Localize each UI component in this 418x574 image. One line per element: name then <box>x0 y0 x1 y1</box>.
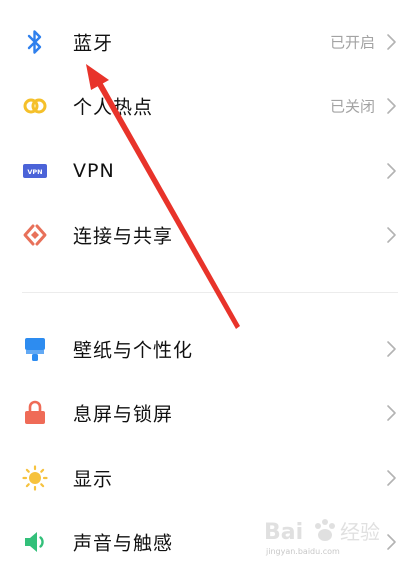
chevron-right-icon <box>387 34 396 50</box>
settings-item-hotspot[interactable]: 个人热点 已关闭 <box>0 74 418 138</box>
lock-screen-label: 息屏与锁屏 <box>73 403 174 426</box>
connect-share-icon <box>22 222 48 248</box>
display-label: 显示 <box>73 468 114 491</box>
vpn-label: VPN <box>73 160 115 182</box>
bluetooth-icon <box>22 29 48 55</box>
hotspot-status: 已关闭 <box>329 97 375 116</box>
sun-icon <box>22 465 48 491</box>
svg-text:经验: 经验 <box>340 520 380 544</box>
bluetooth-status: 已开启 <box>329 33 375 52</box>
settings-item-display[interactable]: 显示 <box>0 446 418 510</box>
svg-text:Bai: Bai <box>264 520 303 545</box>
vpn-icon: VPN <box>22 158 48 184</box>
watermark: Bai 经验 jingyan.baidu.com <box>262 515 412 561</box>
lock-icon <box>22 400 48 426</box>
chevron-right-icon <box>387 163 396 179</box>
settings-item-connect-share[interactable]: 连接与共享 <box>0 203 418 267</box>
chevron-right-icon <box>387 98 396 114</box>
settings-item-lock-screen[interactable]: 息屏与锁屏 <box>0 381 418 445</box>
chevron-right-icon <box>387 227 396 243</box>
settings-item-vpn[interactable]: VPN VPN <box>0 139 418 203</box>
chevron-right-icon <box>387 405 396 421</box>
wallpaper-icon <box>22 336 48 362</box>
sound-label: 声音与触感 <box>73 532 174 555</box>
chevron-right-icon <box>387 470 396 486</box>
settings-item-wallpaper[interactable]: 壁纸与个性化 <box>0 317 418 381</box>
speaker-icon <box>22 529 48 555</box>
vpn-icon-text: VPN <box>27 168 42 176</box>
watermark-url: jingyan.baidu.com <box>266 547 340 556</box>
section-divider <box>22 292 398 293</box>
wallpaper-label: 壁纸与个性化 <box>73 339 194 362</box>
baidu-jingyan-logo: Bai 经验 <box>264 519 380 545</box>
settings-item-bluetooth[interactable]: 蓝牙 已开启 <box>0 10 418 74</box>
hotspot-label: 个人热点 <box>73 96 154 119</box>
hotspot-icon <box>22 93 48 119</box>
connect-share-label: 连接与共享 <box>73 225 174 248</box>
settings-list: 蓝牙 已开启 个人热点 已关闭 VPN VPN 连接与共享 壁纸与个性化 息屏与… <box>0 0 418 565</box>
bluetooth-label: 蓝牙 <box>73 32 114 55</box>
chevron-right-icon <box>387 341 396 357</box>
